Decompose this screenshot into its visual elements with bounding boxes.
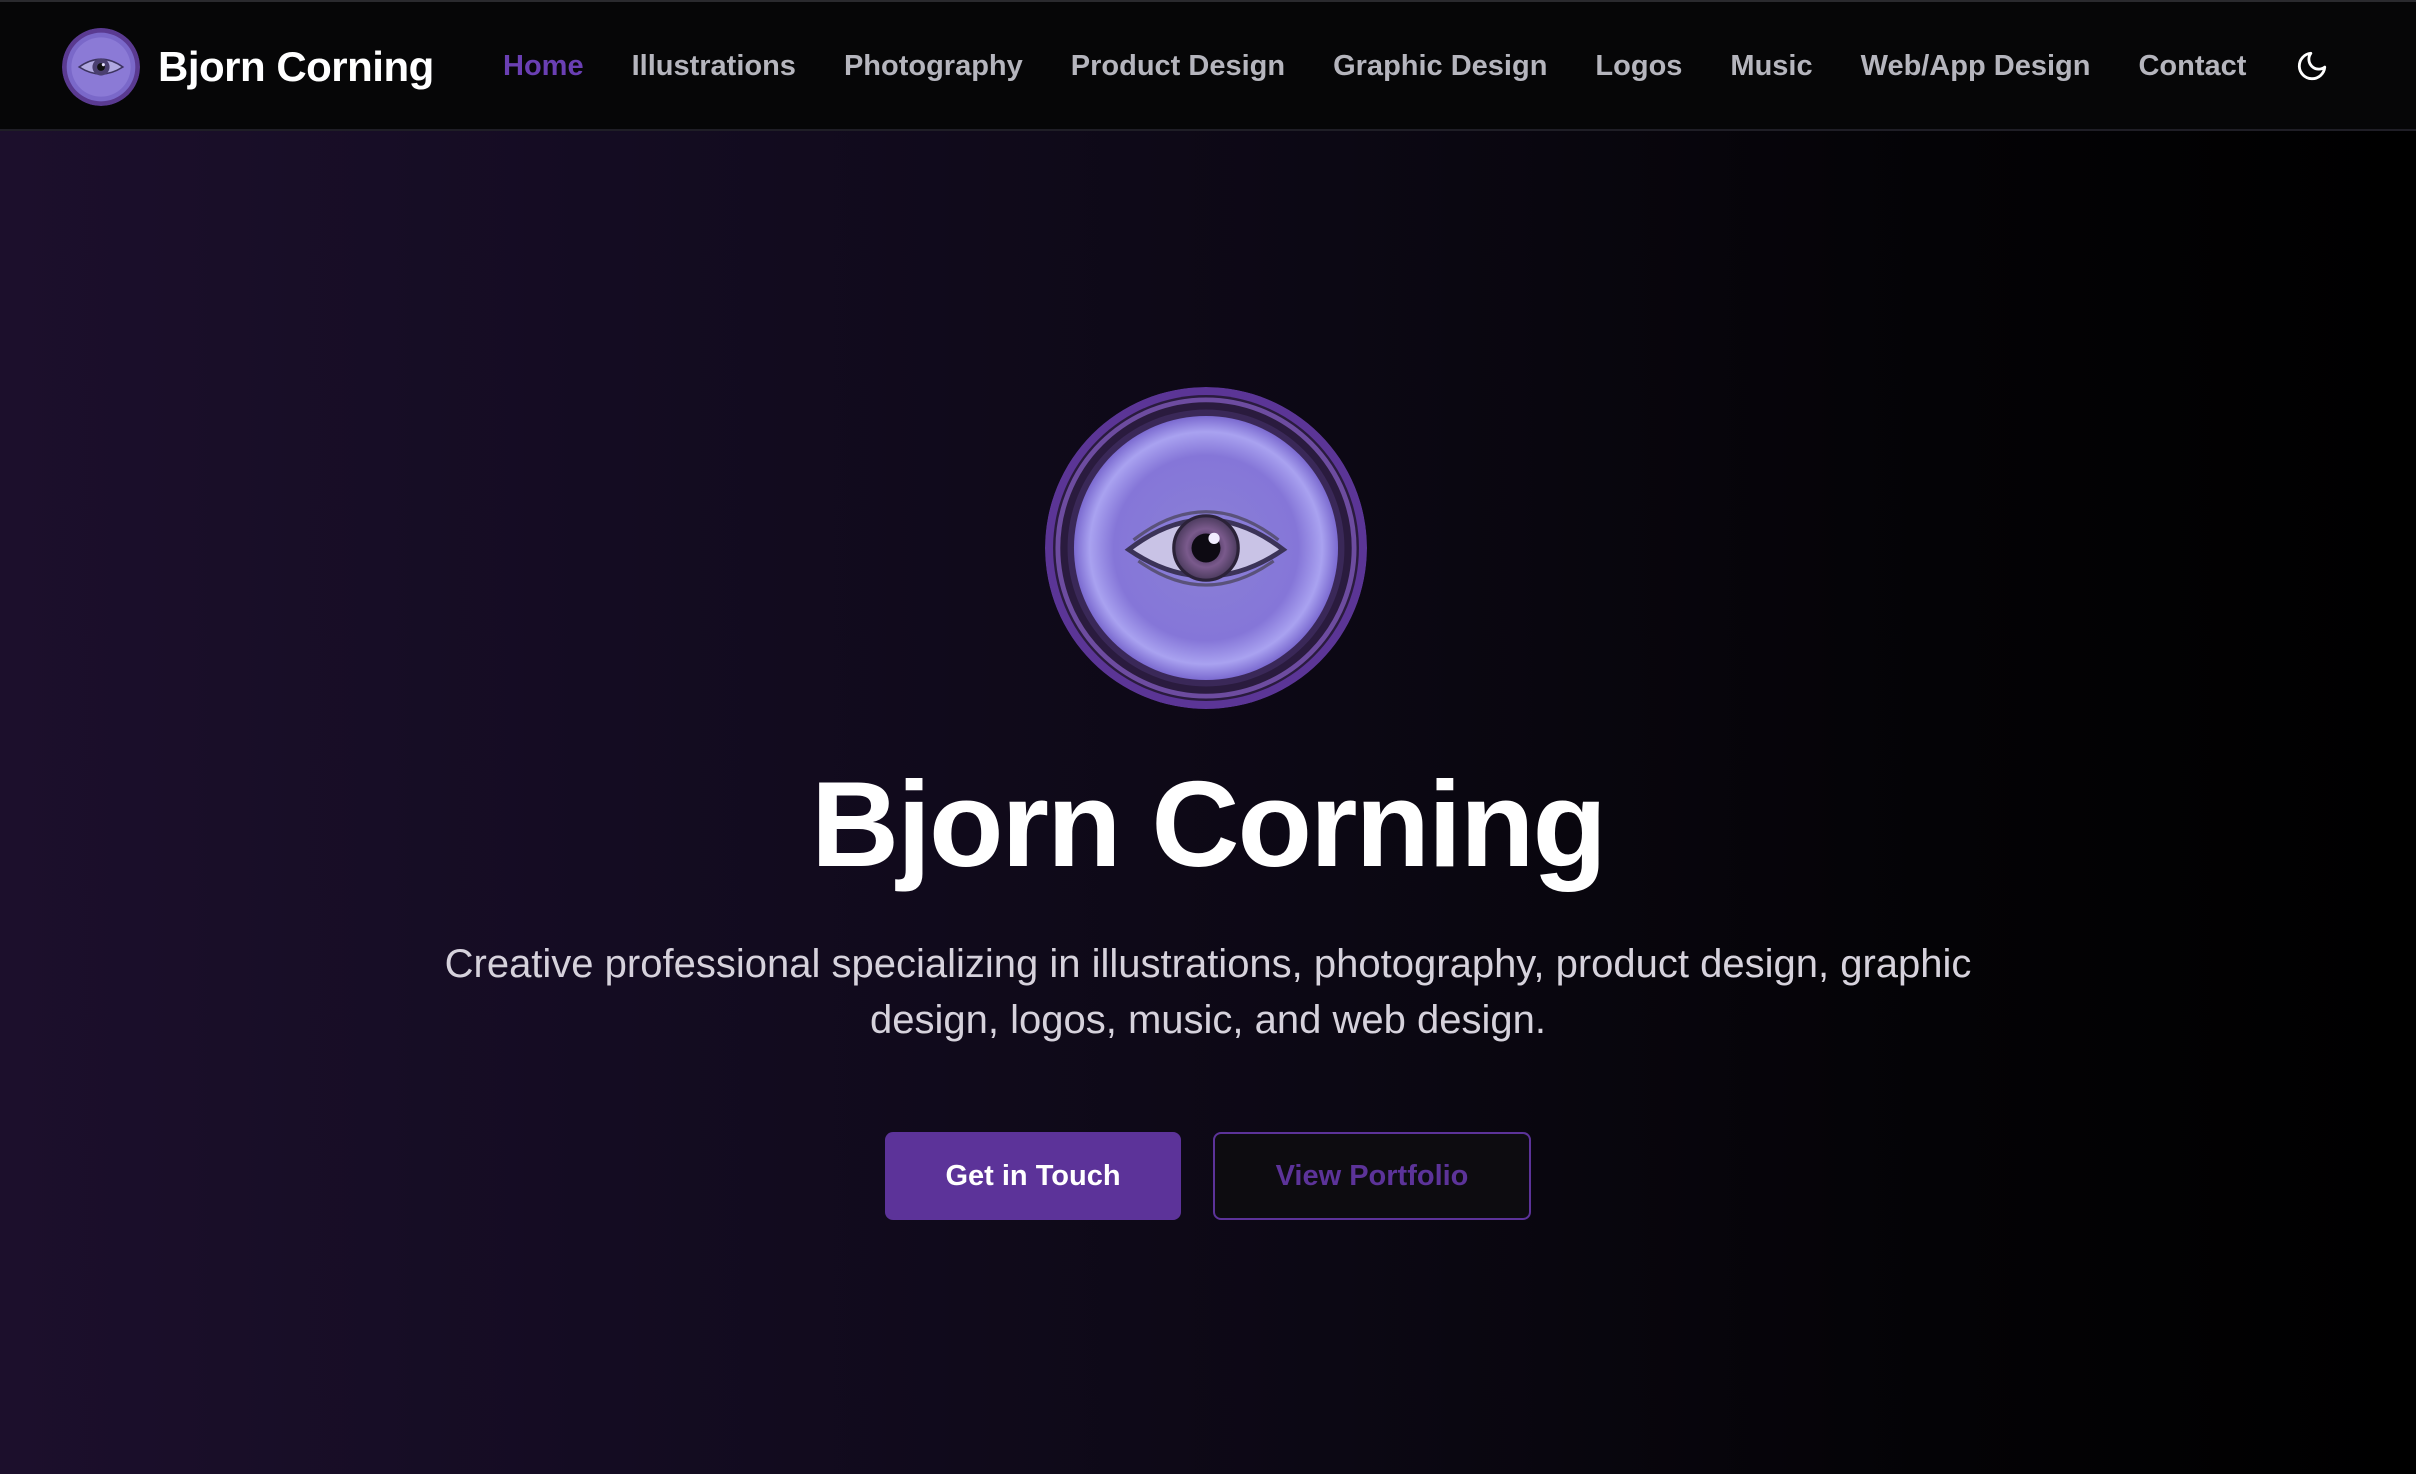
brand-name: Bjorn Corning (158, 43, 434, 90)
page: Bjorn Corning Home Illustrations Photogr… (0, 0, 2416, 1474)
nav-item-music[interactable]: Music (1730, 50, 1812, 82)
nav-item-product-design[interactable]: Product Design (1071, 50, 1285, 82)
nav-item-web-app-design[interactable]: Web/App Design (1861, 50, 2091, 82)
hero-actions: Get in Touch View Portfolio (0, 1132, 2416, 1220)
view-portfolio-button[interactable]: View Portfolio (1213, 1132, 1531, 1220)
nav-item-contact[interactable]: Contact (2138, 50, 2246, 82)
eye-icon (1045, 387, 1367, 709)
hero-title: Bjorn Corning (811, 756, 1607, 892)
nav-item-graphic-design[interactable]: Graphic Design (1333, 50, 1547, 82)
hero-section: Bjorn Corning Creative professional spec… (0, 131, 2416, 1474)
nav-links: Home Illustrations Photography Product D… (503, 2, 2246, 131)
get-in-touch-button[interactable]: Get in Touch (885, 1132, 1181, 1220)
hero-subtitle: Creative professional specializing in il… (444, 942, 1972, 1042)
moon-icon (2297, 51, 2327, 81)
eye-icon (62, 28, 140, 106)
nav-item-home[interactable]: Home (503, 50, 584, 82)
nav-item-logos[interactable]: Logos (1595, 50, 1682, 82)
navbar: Bjorn Corning Home Illustrations Photogr… (0, 0, 2416, 131)
nav-item-photography[interactable]: Photography (844, 50, 1023, 82)
theme-toggle-button[interactable] (2292, 46, 2332, 86)
nav-item-illustrations[interactable]: Illustrations (632, 50, 796, 82)
brand-link[interactable]: Bjorn Corning (62, 28, 434, 106)
